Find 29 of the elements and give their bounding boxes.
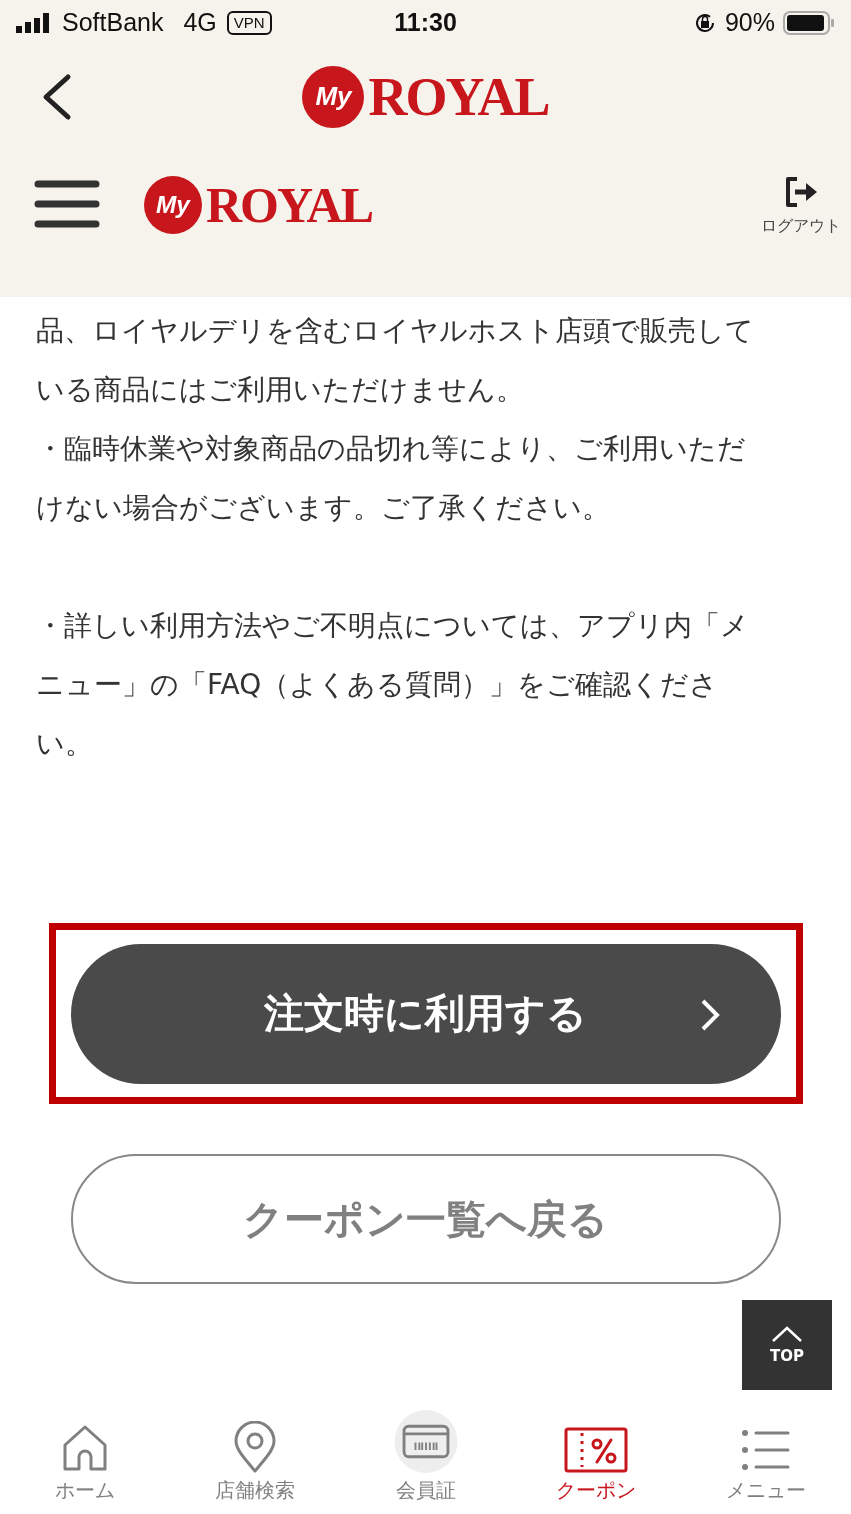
tab-bar-item[interactable]: 店舗検索 (170, 1410, 341, 1514)
vpn-badge: VPN (226, 10, 272, 35)
logo-badge: My (144, 176, 202, 234)
membership-card-icon (392, 1410, 459, 1473)
use-at-order-button[interactable]: 注文時に利用する (70, 943, 781, 1084)
scroll-top-button[interactable]: TOP (742, 1300, 832, 1390)
tab-bar-item[interactable]: ホーム (0, 1410, 171, 1514)
back-to-coupons-button[interactable]: クーポン一覧へ戻る (70, 1154, 781, 1284)
logout-button[interactable]: ログアウト (761, 176, 841, 237)
signal-icon (16, 12, 52, 33)
logo-wordmark: ROYAL (206, 176, 372, 234)
tab-bar-item[interactable]: メニュー (680, 1410, 851, 1514)
menu-icon[interactable] (34, 179, 100, 229)
tab-bar-item[interactable]: クーポン (510, 1410, 681, 1514)
battery-icon (783, 10, 835, 35)
tab-bar-item[interactable]: 会員証 (340, 1410, 511, 1514)
clock-time: 11:30 (394, 8, 457, 36)
notice-paragraph: ・詳しい利用方法やご不明点については、アプリ内「メニュー」の「FAQ（よくある質問）」をご確認ください。 (36, 608, 750, 762)
logo-badge: My (302, 65, 365, 128)
notice-paragraph: 品、ロイヤルデリを含むロイヤルホスト店頭で販売している商品にはご利用いただけません。 (36, 313, 755, 408)
battery-percentage: 90% (724, 8, 775, 37)
list-menu-icon (739, 1427, 792, 1473)
notice-paragraph: ・臨時休業や対象商品の品切れ等により、ご利用いただけない場合がございます。ご了承ください。 (36, 431, 747, 526)
logout-icon (783, 176, 819, 208)
carrier-name: SoftBank (62, 8, 164, 37)
chevron-up-icon (771, 1325, 803, 1343)
network-type: 4G (183, 8, 217, 37)
logo-wordmark: ROYAL (368, 65, 549, 128)
coupon-icon (563, 1427, 628, 1473)
